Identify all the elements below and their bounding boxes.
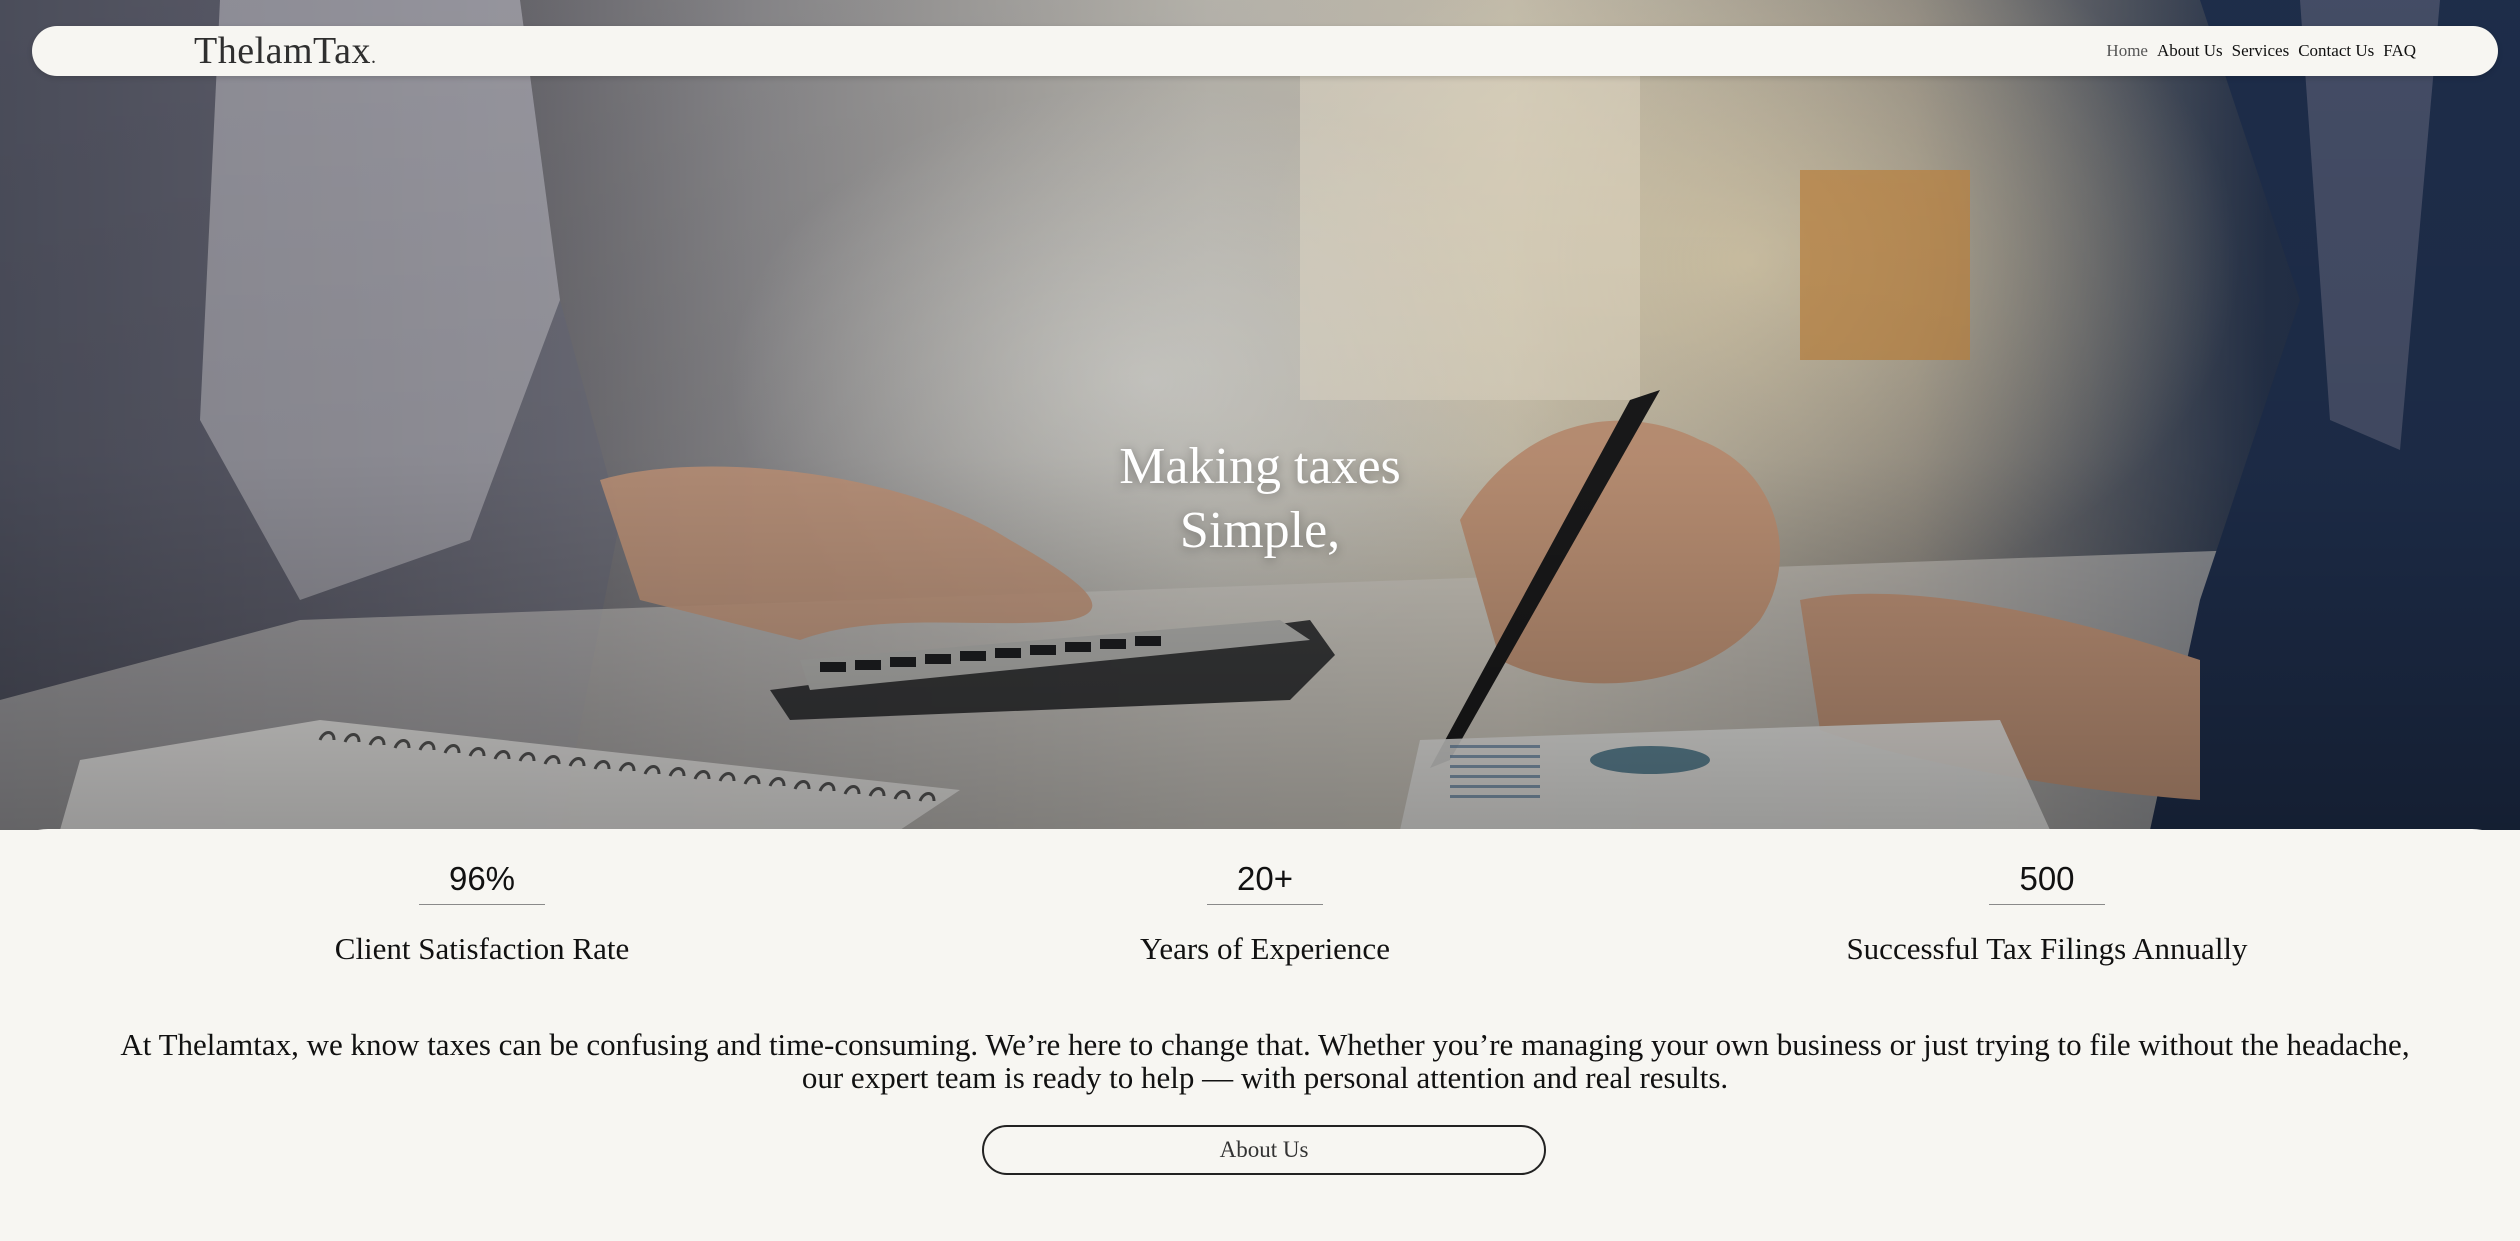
hero-section: Making taxes Simple, <box>0 0 2520 830</box>
stat-label: Successful Tax Filings Annually <box>1846 931 2248 966</box>
hero-title-line1: Making taxes <box>1119 438 1401 495</box>
stat-value: 20+ <box>1207 860 1323 905</box>
nav-link-about-us[interactable]: About Us <box>2157 40 2223 62</box>
logo-suffix: . <box>370 46 377 68</box>
stat-value: 96% <box>418 860 546 905</box>
hero-title-line2: Simple, <box>1179 502 1341 559</box>
nav-link-faq[interactable]: FAQ <box>2383 40 2416 62</box>
nav-link-contact-us[interactable]: Contact Us <box>2298 40 2374 62</box>
nav-links: Home About Us Services Contact Us FAQ <box>2106 40 2416 62</box>
stat-value: 500 <box>1989 860 2105 905</box>
logo-text: ThelamTax <box>194 30 371 72</box>
stat-label: Years of Experience <box>1140 931 1390 966</box>
stat-experience: 20+ Years of Experience <box>965 860 1565 967</box>
nav-link-services[interactable]: Services <box>2232 40 2290 62</box>
intro-paragraph: At Thelamtax, we know taxes can be confu… <box>120 1027 2410 1095</box>
top-navbar: ThelamTax. Home About Us Services Contac… <box>32 26 2498 76</box>
stat-label: Client Satisfaction Rate <box>334 931 630 966</box>
stat-satisfaction: 96% Client Satisfaction Rate <box>182 860 782 967</box>
stat-filings: 500 Successful Tax Filings Annually <box>1747 860 2347 967</box>
about-us-button[interactable]: About Us <box>982 1125 1546 1175</box>
hero-title: Making taxes Simple, <box>1060 435 1460 563</box>
site-logo[interactable]: ThelamTax. <box>194 30 376 78</box>
nav-link-home[interactable]: Home <box>2106 40 2148 62</box>
